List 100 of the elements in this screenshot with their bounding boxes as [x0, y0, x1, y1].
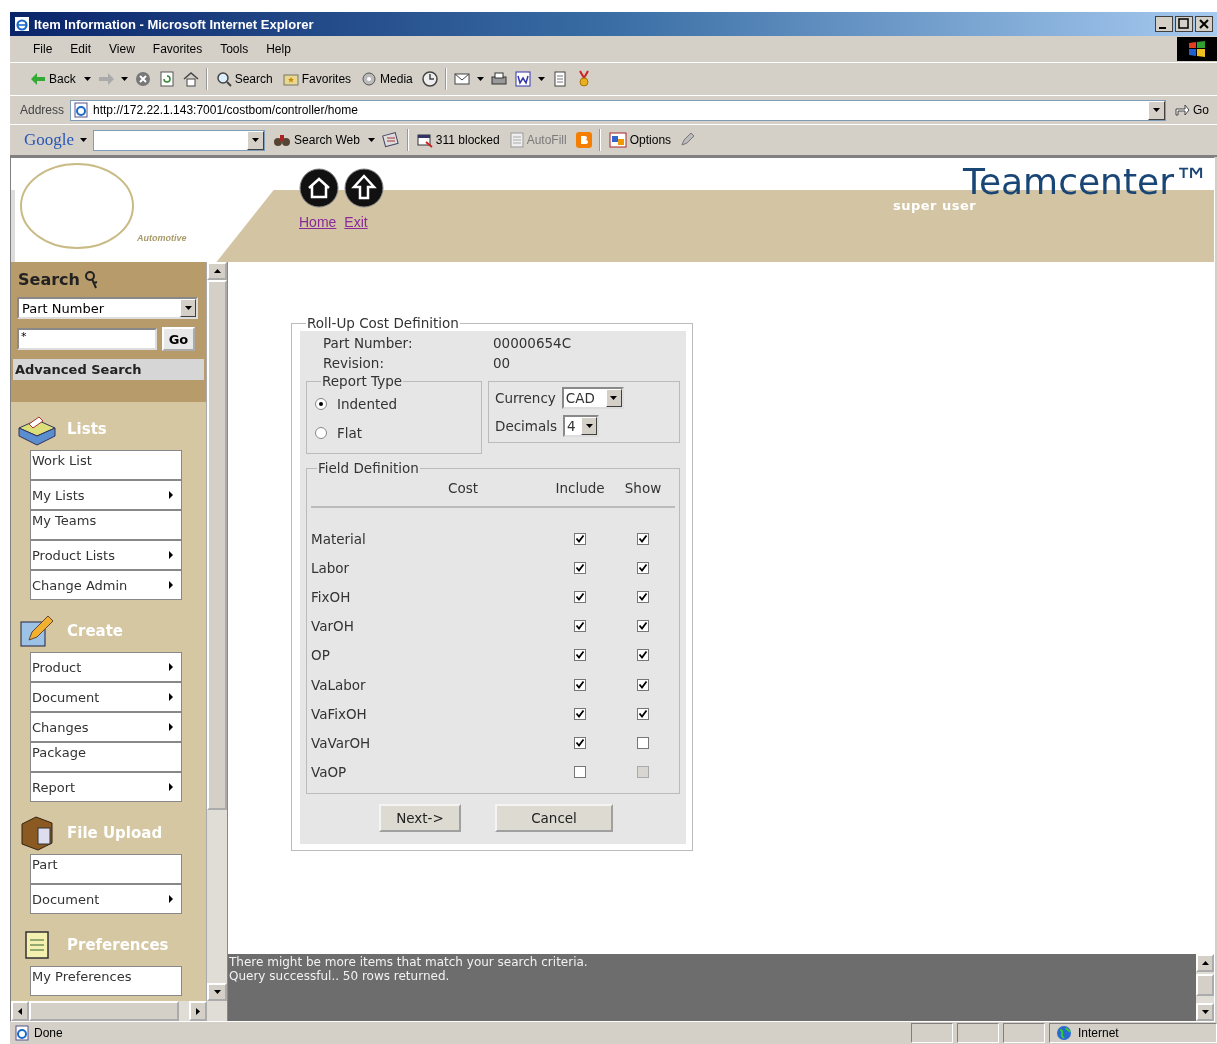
refresh-icon[interactable]	[157, 70, 176, 88]
sidebar-item[interactable]: Package	[30, 742, 182, 772]
sidebar-item[interactable]: Product	[30, 652, 182, 682]
media-icon	[361, 71, 378, 87]
form-icon	[509, 132, 524, 148]
checkbox[interactable]	[574, 561, 586, 574]
search-type-dropdown[interactable]: Part Number	[17, 297, 198, 319]
media-button[interactable]: Media	[359, 69, 415, 89]
scroll-arrow-icon[interactable]	[18, 1007, 22, 1015]
checkbox[interactable]	[574, 766, 586, 779]
nav-link[interactable]: Home	[299, 214, 337, 230]
blog-icon[interactable]	[574, 131, 593, 149]
go-button[interactable]: Go	[1170, 103, 1213, 117]
scroll-arrow-icon[interactable]	[196, 1007, 200, 1015]
sidebar-item[interactable]: Document	[30, 884, 182, 914]
search-button[interactable]: Search	[213, 69, 275, 89]
sidebar-item[interactable]: Work List	[30, 450, 182, 480]
printer-icon[interactable]	[489, 70, 508, 88]
caret-icon	[367, 138, 375, 142]
sidebar-item[interactable]: My Preferences	[30, 966, 182, 996]
sidebar-item[interactable]: Part	[30, 854, 182, 884]
checkbox[interactable]	[637, 561, 649, 574]
nav-link[interactable]: Exit	[344, 214, 368, 230]
status-message: Query successful.. 50 rows returned.	[229, 969, 451, 983]
back-button[interactable]: Back	[28, 70, 78, 88]
history-icon[interactable]	[420, 70, 439, 88]
cost-label: VarOH	[311, 618, 355, 635]
scroll-arrow-icon[interactable]	[1201, 961, 1209, 965]
scrollbar[interactable]	[206, 262, 227, 1001]
window-icon	[416, 132, 433, 148]
column-header: Include	[554, 480, 606, 496]
page-icon	[14, 1025, 30, 1041]
cabinet-icon	[18, 814, 56, 852]
favorites-button[interactable]: Favorites	[280, 70, 354, 88]
checkbox[interactable]	[637, 620, 649, 633]
checkbox[interactable]	[574, 649, 586, 662]
sidebar-item[interactable]: My Lists	[30, 480, 182, 510]
search-field[interactable]	[93, 129, 266, 151]
checkbox[interactable]	[574, 590, 586, 603]
menu-item[interactable]: File	[24, 40, 62, 58]
sidebar-item[interactable]: Change Admin	[30, 570, 182, 600]
column-header: Show	[623, 480, 663, 496]
ie-logo-icon	[14, 16, 30, 32]
next-button[interactable]: Next->	[379, 803, 461, 832]
submenu-arrow-icon	[169, 723, 173, 731]
popup-blocker-button[interactable]: 311 blocked	[414, 131, 502, 149]
edit-icon[interactable]	[513, 70, 532, 88]
currency-dropdown[interactable]: CAD	[561, 387, 624, 409]
cost-label: FixOH	[311, 588, 352, 605]
home-icon[interactable]	[181, 70, 200, 88]
sidebar-item[interactable]: Changes	[30, 712, 182, 742]
pencil-icon[interactable]	[679, 132, 696, 148]
checkbox[interactable]	[637, 707, 649, 720]
advanced-search-link[interactable]: Advanced Search	[13, 359, 204, 380]
scrollbar[interactable]	[11, 1001, 227, 1021]
menu-item[interactable]: Favorites	[143, 40, 212, 58]
mail-icon[interactable]	[452, 70, 471, 88]
cost-label: VaVarOH	[311, 734, 372, 751]
scroll-arrow-icon[interactable]	[1201, 1010, 1209, 1014]
stop-icon[interactable]	[133, 70, 152, 88]
checkbox[interactable]	[574, 532, 586, 545]
close-icon[interactable]	[1195, 16, 1213, 32]
sidebar-item[interactable]: Report	[30, 772, 182, 802]
checkbox[interactable]	[574, 736, 586, 749]
checkbox[interactable]	[637, 590, 649, 603]
sidebar-item[interactable]: Product Lists	[30, 540, 182, 570]
checkbox[interactable]	[574, 678, 586, 691]
minimize-icon[interactable]	[1155, 16, 1173, 32]
go-button[interactable]: Go	[162, 327, 195, 351]
sidebar-item[interactable]: My Teams	[30, 510, 182, 540]
radio-button[interactable]	[315, 397, 327, 410]
checkbox[interactable]	[574, 620, 586, 633]
checkbox[interactable]	[574, 707, 586, 720]
radio-button[interactable]	[315, 426, 327, 439]
search-web-button[interactable]: Search Web	[271, 131, 362, 149]
google-logo[interactable]: Google	[24, 130, 75, 150]
sidebar-item[interactable]: Document	[30, 682, 182, 712]
group-legend: Report Type	[321, 373, 404, 389]
scrollbar[interactable]	[1196, 954, 1214, 1021]
scroll-arrow-icon[interactable]	[213, 990, 221, 994]
flag-icon	[1177, 37, 1217, 61]
checkbox[interactable]	[637, 649, 649, 662]
menu-item[interactable]: Edit	[61, 40, 101, 58]
options-button[interactable]: Options	[606, 131, 674, 149]
cancel-button[interactable]: Cancel	[495, 803, 613, 832]
maximize-icon[interactable]	[1175, 16, 1193, 32]
key-icon	[83, 270, 98, 289]
caret-icon	[80, 138, 88, 142]
menu-item[interactable]: View	[100, 40, 144, 58]
submenu-arrow-icon	[169, 491, 173, 499]
checkbox[interactable]	[637, 678, 649, 691]
checkbox[interactable]	[637, 736, 649, 749]
decimals-dropdown[interactable]: 4	[563, 415, 600, 437]
checkbox[interactable]	[637, 532, 649, 545]
menu-item[interactable]: Tools	[211, 40, 258, 58]
address-field[interactable]: http://172.22.1.143:7001/costbom/controller/home	[70, 99, 1166, 121]
home-icon[interactable]	[299, 168, 339, 208]
menu-item[interactable]: Help	[257, 40, 300, 58]
scroll-arrow-icon[interactable]	[213, 269, 221, 273]
search-field[interactable]: *	[17, 328, 157, 350]
